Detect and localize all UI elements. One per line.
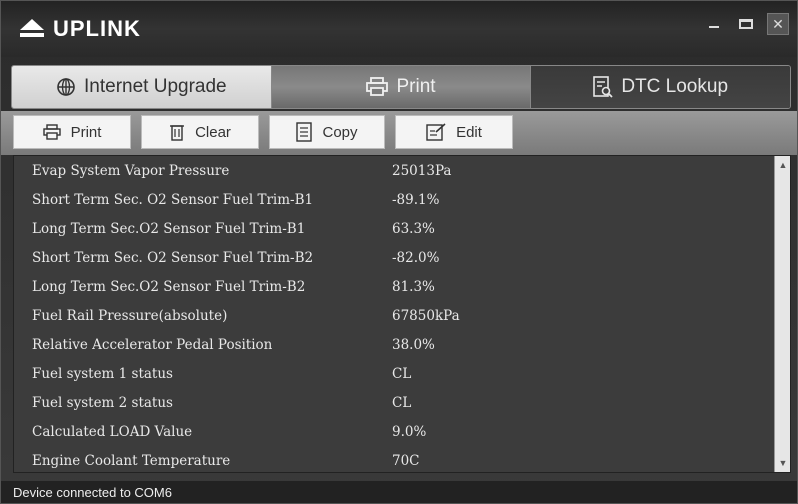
item-name: Short Term Sec. O2 Sensor Fuel Trim-B1	[32, 191, 314, 208]
tab-print[interactable]: Print	[271, 66, 532, 108]
copy-label: Copy	[322, 123, 358, 141]
item-value: 9.0%	[392, 423, 427, 440]
document-search-icon	[593, 76, 613, 98]
close-icon: ✕	[772, 16, 784, 32]
list-item[interactable]: Long Term Sec.O2 Sensor Fuel Trim-B1 63.…	[14, 214, 774, 243]
printer-icon	[366, 77, 389, 97]
list-item[interactable]: Long Term Sec.O2 Sensor Fuel Trim-B2 81.…	[14, 272, 774, 301]
edit-label: Edit	[456, 123, 482, 141]
tab-label: DTC Lookup	[621, 76, 729, 97]
list-item[interactable]: Relative Accelerator Pedal Position 38.0…	[14, 330, 774, 359]
tab-dtc-lookup[interactable]: DTC Lookup	[531, 66, 790, 108]
item-value: -82.0%	[392, 249, 440, 266]
scroll-down-icon[interactable]: ▼	[775, 456, 790, 470]
tab-label: Print	[396, 76, 436, 97]
clear-button[interactable]: Clear	[141, 115, 259, 149]
app-logo: UPLINK	[19, 15, 141, 43]
list-item[interactable]: Short Term Sec. O2 Sensor Fuel Trim-B2 -…	[14, 243, 774, 272]
copy-button[interactable]: Copy	[269, 115, 385, 149]
copy-icon	[296, 122, 313, 142]
item-name: Fuel system 1 status	[32, 365, 173, 382]
item-name: Evap System Vapor Pressure	[32, 162, 230, 179]
edit-button[interactable]: Edit	[395, 115, 513, 149]
item-value: CL	[392, 394, 412, 411]
print-button[interactable]: Print	[13, 115, 131, 149]
tab-internet-upgrade[interactable]: Internet Upgrade	[12, 66, 272, 108]
tab-bar: Internet Upgrade Print DTC Lookup	[11, 65, 791, 109]
app-title: UPLINK	[53, 16, 141, 41]
list-item[interactable]: Engine Coolant Temperature 70C	[14, 446, 774, 472]
maximize-button[interactable]	[735, 13, 757, 35]
item-value: 25013Pa	[392, 162, 452, 179]
toolbar: Print Clear Copy Edit	[1, 111, 797, 155]
item-name: Engine Coolant Temperature	[32, 452, 231, 469]
print-label: Print	[70, 123, 102, 141]
printer-icon	[42, 124, 61, 140]
status-bar: Device connected to COM6	[1, 481, 797, 503]
minimize-icon	[709, 26, 719, 28]
list-item[interactable]: Calculated LOAD Value 9.0%	[14, 417, 774, 446]
globe-icon	[56, 77, 76, 97]
item-name: Fuel system 2 status	[32, 394, 173, 411]
title-bar: UPLINK ✕	[1, 1, 797, 57]
tab-label: Internet Upgrade	[84, 76, 227, 97]
item-value: CL	[392, 365, 412, 382]
item-value: 63.3%	[392, 220, 435, 237]
item-name: Relative Accelerator Pedal Position	[32, 336, 273, 353]
item-value: 38.0%	[392, 336, 435, 353]
item-name: Fuel Rail Pressure(absolute)	[32, 307, 228, 324]
vertical-scrollbar[interactable]: ▲ ▼	[774, 156, 790, 472]
item-value: -89.1%	[392, 191, 440, 208]
scroll-up-icon[interactable]: ▲	[775, 158, 790, 172]
trash-icon	[169, 123, 185, 141]
item-value: 81.3%	[392, 278, 435, 295]
clear-label: Clear	[195, 123, 231, 141]
eject-icon	[19, 16, 45, 42]
close-button[interactable]: ✕	[767, 13, 789, 35]
list-item[interactable]: Fuel system 1 status CL	[14, 359, 774, 388]
list-item[interactable]: Short Term Sec. O2 Sensor Fuel Trim-B1 -…	[14, 185, 774, 214]
list-item[interactable]: Fuel system 2 status CL	[14, 388, 774, 417]
minimize-button[interactable]	[703, 13, 725, 35]
item-name: Long Term Sec.O2 Sensor Fuel Trim-B2	[32, 278, 306, 295]
app-window: UPLINK ✕ Internet Upgrade Print DTC Look…	[0, 0, 798, 504]
list-item[interactable]: Evap System Vapor Pressure 25013Pa	[14, 156, 774, 185]
item-value: 70C	[392, 452, 420, 469]
item-name: Long Term Sec.O2 Sensor Fuel Trim-B1	[32, 220, 306, 237]
maximize-icon	[739, 19, 753, 29]
status-text: Device connected to COM6	[13, 484, 172, 500]
item-value: 67850kPa	[392, 307, 460, 324]
item-name: Short Term Sec. O2 Sensor Fuel Trim-B2	[32, 249, 314, 266]
data-list: Evap System Vapor Pressure 25013Pa Short…	[13, 155, 791, 473]
edit-icon	[426, 123, 446, 141]
item-name: Calculated LOAD Value	[32, 423, 193, 440]
window-controls: ✕	[703, 13, 789, 35]
list-item[interactable]: Fuel Rail Pressure(absolute) 67850kPa	[14, 301, 774, 330]
